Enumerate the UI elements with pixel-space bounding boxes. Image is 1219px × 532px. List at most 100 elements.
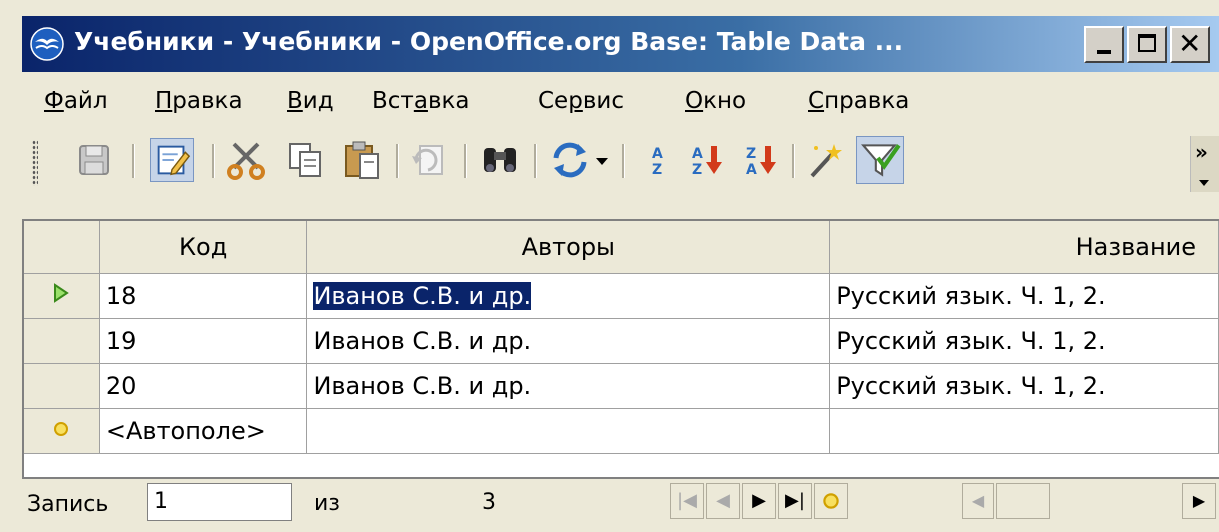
column-header-authors[interactable]: Авторы bbox=[306, 221, 831, 274]
cell-code[interactable]: 19 bbox=[99, 318, 308, 364]
new-record-button[interactable] bbox=[814, 483, 848, 519]
data-table: Код Авторы Название 18 Иванов С.В. и др.… bbox=[24, 221, 1219, 454]
cell-title[interactable]: Русский язык. Ч. 1, 2. bbox=[829, 318, 1219, 364]
row-handle[interactable] bbox=[24, 408, 100, 454]
record-label: Запись bbox=[27, 492, 109, 517]
svg-text:Z: Z bbox=[692, 162, 702, 178]
svg-text:Z: Z bbox=[652, 162, 662, 178]
selected-text: Иванов С.В. и др. bbox=[313, 281, 532, 310]
menu-edit[interactable]: Правка bbox=[155, 88, 243, 114]
apply-filter-icon bbox=[860, 144, 901, 177]
minimize-icon bbox=[1097, 50, 1111, 54]
scroll-left-icon: ◀ bbox=[971, 491, 985, 510]
first-record-button[interactable]: |◀ bbox=[670, 483, 704, 519]
copy-icon[interactable] bbox=[284, 138, 328, 182]
sort-ascending-icon[interactable]: A Z bbox=[686, 138, 730, 182]
svg-text:A: A bbox=[692, 146, 703, 162]
table-row[interactable]: 18 Иванов С.В. и др. Русский язык. Ч. 1,… bbox=[24, 273, 1219, 319]
find-icon[interactable] bbox=[478, 138, 522, 182]
cell-title[interactable]: Русский язык. Ч. 1, 2. bbox=[829, 363, 1219, 409]
refresh-dropdown-icon[interactable] bbox=[590, 138, 614, 182]
svg-text:A: A bbox=[746, 162, 757, 178]
chevron-right-icon: » bbox=[1195, 140, 1208, 164]
table-row[interactable]: 19 Иванов С.В. и др. Русский язык. Ч. 1,… bbox=[24, 318, 1219, 364]
next-record-button[interactable]: ▶ bbox=[742, 483, 776, 519]
chevron-down-icon bbox=[1199, 180, 1209, 186]
table-row[interactable]: <Автополе> bbox=[24, 408, 1219, 454]
menu-insert[interactable]: Вставка bbox=[372, 88, 469, 114]
toolbar-overflow-button[interactable]: » bbox=[1190, 136, 1219, 192]
title-bar[interactable]: Учебники - Учебники - OpenOffice.org Bas… bbox=[22, 16, 1219, 72]
next-record-icon: ▶ bbox=[752, 490, 766, 511]
last-record-button[interactable]: ▶| bbox=[778, 483, 812, 519]
maximize-button[interactable] bbox=[1127, 26, 1167, 63]
cell-title[interactable]: Русский язык. Ч. 1, 2. bbox=[829, 273, 1219, 319]
of-label: из bbox=[314, 491, 340, 516]
cell-title[interactable] bbox=[829, 408, 1219, 454]
new-record-icon bbox=[823, 493, 839, 509]
scroll-thumb[interactable] bbox=[996, 483, 1050, 519]
svg-text:Z: Z bbox=[746, 146, 756, 162]
scroll-left-button[interactable]: ◀ bbox=[962, 483, 994, 519]
table-row[interactable]: 20 Иванов С.В. и др. Русский язык. Ч. 1,… bbox=[24, 363, 1219, 409]
scroll-right-button[interactable]: ▶ bbox=[1182, 483, 1216, 519]
new-record-icon bbox=[54, 421, 69, 436]
column-header-title[interactable]: Название bbox=[829, 221, 1219, 274]
row-handle-header[interactable] bbox=[24, 221, 100, 274]
cell-authors[interactable]: Иванов С.В. и др. bbox=[306, 318, 831, 364]
menu-tools[interactable]: Сервис bbox=[538, 88, 624, 114]
scroll-right-icon: ▶ bbox=[1192, 491, 1206, 510]
cell-authors[interactable] bbox=[306, 408, 831, 454]
row-handle[interactable] bbox=[24, 363, 100, 409]
maximize-icon bbox=[1138, 34, 1156, 52]
close-button[interactable]: ✕ bbox=[1170, 26, 1210, 63]
first-record-icon: |◀ bbox=[677, 490, 697, 511]
toolbar-separator bbox=[622, 144, 625, 178]
row-handle[interactable] bbox=[24, 273, 100, 319]
sort-icon[interactable]: A Z bbox=[636, 138, 680, 182]
record-number-input[interactable]: 1 bbox=[147, 483, 292, 521]
edit-data-button[interactable] bbox=[150, 138, 194, 182]
horizontal-scrollbar[interactable]: ◀ ▶ bbox=[962, 483, 1217, 521]
cell-authors[interactable]: Иванов С.В. и др. bbox=[306, 273, 831, 319]
menu-file[interactable]: Файл bbox=[44, 88, 108, 114]
autofilter-icon[interactable] bbox=[804, 138, 848, 182]
record-navigator: Запись 1 из 3 |◀ ◀ ▶ ▶| ◀ ▶ bbox=[22, 477, 1219, 528]
toolbar-separator bbox=[212, 144, 215, 178]
svg-text:A: A bbox=[652, 146, 663, 162]
paste-icon[interactable] bbox=[340, 138, 384, 182]
current-row-icon bbox=[54, 282, 70, 303]
save-icon[interactable] bbox=[72, 138, 116, 182]
menu-view[interactable]: Вид bbox=[287, 88, 334, 114]
minimize-button[interactable] bbox=[1084, 26, 1124, 63]
toolbar-separator bbox=[464, 144, 467, 178]
toolbar-separator bbox=[132, 144, 135, 178]
cell-code[interactable]: 20 bbox=[99, 363, 308, 409]
cut-icon[interactable] bbox=[224, 138, 268, 182]
cell-code[interactable]: <Автополе> bbox=[99, 408, 308, 454]
toolbar-separator bbox=[396, 144, 399, 178]
undo-icon[interactable] bbox=[408, 138, 452, 182]
menu-bar: Файл Правка Вид Вставка Сервис Окно Спра… bbox=[22, 74, 1219, 128]
cell-authors[interactable]: Иванов С.В. и др. bbox=[306, 363, 831, 409]
cell-code[interactable]: 18 bbox=[99, 273, 308, 319]
header-row: Код Авторы Название bbox=[24, 221, 1219, 274]
openoffice-gull-icon bbox=[30, 27, 64, 61]
application-window: Учебники - Учебники - OpenOffice.org Bas… bbox=[0, 0, 1219, 532]
previous-record-icon: ◀ bbox=[716, 490, 730, 511]
column-header-code[interactable]: Код bbox=[99, 221, 308, 274]
row-handle[interactable] bbox=[24, 318, 100, 364]
toolbar-separator bbox=[792, 144, 795, 178]
window-title: Учебники - Учебники - OpenOffice.org Bas… bbox=[74, 27, 904, 56]
apply-filter-button[interactable] bbox=[856, 136, 904, 184]
refresh-icon[interactable] bbox=[548, 138, 592, 182]
previous-record-button[interactable]: ◀ bbox=[706, 483, 740, 519]
toolbar-separator bbox=[534, 144, 537, 178]
menu-help[interactable]: Справка bbox=[808, 88, 909, 114]
record-total: 3 bbox=[482, 490, 496, 515]
edit-data-icon bbox=[157, 145, 191, 176]
toolbar-grip[interactable] bbox=[32, 140, 38, 186]
menu-window[interactable]: Окно bbox=[685, 88, 746, 114]
sort-descending-icon[interactable]: Z A bbox=[740, 138, 784, 182]
close-icon: ✕ bbox=[1178, 27, 1202, 60]
